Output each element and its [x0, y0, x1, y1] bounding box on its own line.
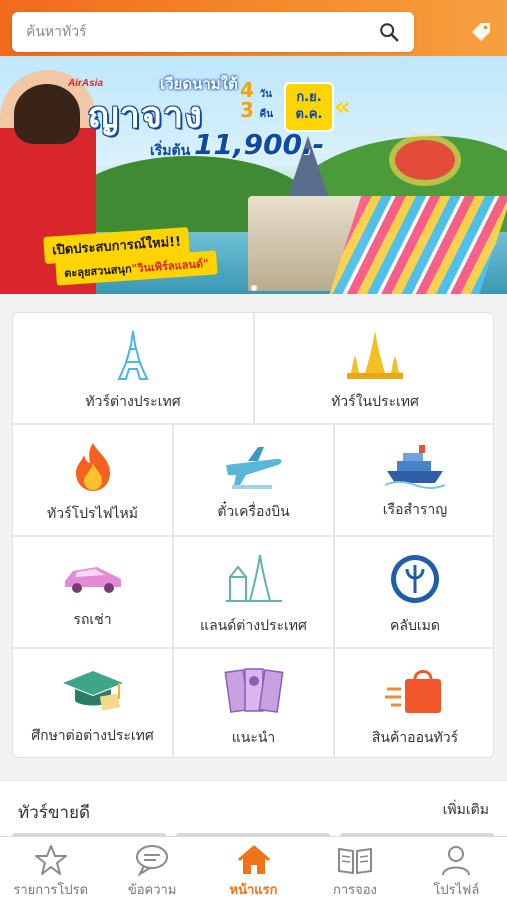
nav-messages[interactable]: ข้อความ — [101, 837, 202, 900]
nav-label: หน้าแรก — [229, 883, 278, 898]
price-label: เริ่มต้น — [150, 143, 191, 159]
menu-item-label: แนะนำ — [231, 730, 276, 746]
menu-item-label: ตั๋วเครื่องบิน — [217, 504, 290, 520]
menu-item-label: ทัวร์โปรไฟไหม้ — [47, 506, 138, 522]
menu-item-domestic-tours[interactable]: ทัวร์ในประเทศ — [255, 313, 493, 423]
menu-item-overseas-tours[interactable]: ทัวร์ต่างประเทศ — [13, 313, 253, 423]
profile-icon — [442, 846, 471, 876]
nav-label: รายการโปรด — [13, 883, 89, 898]
fire-icon — [75, 443, 110, 491]
star-icon — [34, 845, 67, 875]
banner-model-hair — [14, 84, 80, 144]
shopping-bag-icon — [385, 670, 441, 713]
period-line-1: ก.ย. — [296, 90, 322, 105]
car-icon — [64, 567, 121, 593]
menu-item-cruises[interactable]: เรือสำราญ — [335, 425, 493, 535]
top-bar — [0, 0, 507, 56]
menu-item-label: สินค้าออนทัวร์ — [371, 730, 459, 746]
menu-item-label: ทัวร์ต่างประเทศ — [85, 394, 181, 410]
menu-item-label: แลนด์ต่างประเทศ — [200, 618, 307, 634]
nav-label: การจอง — [332, 883, 377, 898]
menu-item-label: คลับเมด — [390, 618, 440, 634]
carousel-dot[interactable] — [250, 285, 257, 291]
menu-item-label: ทัวร์ในประเทศ — [331, 394, 419, 410]
carousel-indicator[interactable] — [0, 276, 507, 295]
search-bar[interactable] — [12, 12, 414, 52]
banner-duration: 4 วัน 3 คืน — [240, 80, 280, 120]
nights-unit: คืน — [259, 109, 274, 120]
airplane-icon — [225, 447, 282, 489]
see-more-link[interactable]: เพิ่มเติม — [443, 799, 489, 821]
banner-price: 11,900.- — [194, 128, 325, 161]
menu-item-flights[interactable]: ตั๋วเครื่องบิน — [174, 425, 333, 535]
period-line-2: ต.ค. — [295, 106, 323, 122]
menu-item-label: ศึกษาต่อต่างประเทศ — [31, 728, 154, 744]
cruise-ship-icon — [384, 445, 446, 489]
menu-item-overseas-land[interactable]: แลนด์ต่างประเทศ — [174, 537, 333, 647]
banner-swing-ride — [395, 140, 455, 180]
menu-item-car-rental[interactable]: รถเช่า — [13, 537, 172, 647]
graduation-cap-icon — [62, 671, 123, 711]
nav-label: โปรไฟล์ — [433, 883, 480, 898]
recommend-cards-icon — [223, 668, 284, 713]
menu-item-shop[interactable]: สินค้าออนทัวร์ — [335, 649, 493, 757]
menu-item-study-abroad[interactable]: ศึกษาต่อต่างประเทศ — [13, 649, 172, 757]
nav-bookings[interactable]: การจอง — [304, 837, 405, 900]
menu-item-club-med[interactable]: คลับเมด — [335, 537, 493, 647]
nav-profile[interactable]: โปรไฟล์ — [406, 837, 507, 900]
menu-item-hot-deals[interactable]: ทัวร์โปรไฟไหม้ — [13, 425, 172, 535]
travel-period-badge: ก.ย. ต.ค. — [284, 82, 334, 132]
home-icon — [237, 845, 270, 874]
promo-line-2-highlight: "วินเพิร์ลแลนด์" — [131, 256, 210, 276]
service-menu: ทัวร์ต่างประเทศ ทัวร์ในประเทศ ทัวร์โปรไฟ… — [12, 312, 494, 758]
search-input[interactable] — [26, 24, 378, 40]
landmarks-icon — [225, 554, 282, 602]
chevrons-icon: « — [334, 92, 351, 122]
section-title: ทัวร์ขายดี — [18, 803, 91, 823]
days-unit: วัน — [259, 89, 272, 100]
trident-icon — [391, 555, 439, 603]
menu-item-label: เรือสำราญ — [382, 502, 448, 518]
tag-icon[interactable] — [469, 20, 493, 44]
nav-home[interactable]: หน้าแรก — [203, 837, 304, 900]
banner-title: ญาจาง — [88, 95, 203, 136]
eiffel-tower-icon — [117, 330, 149, 380]
search-icon[interactable] — [378, 21, 400, 43]
nav-label: ข้อความ — [127, 883, 177, 898]
book-icon — [337, 847, 372, 875]
menu-item-recommended[interactable]: แนะนำ — [174, 649, 333, 757]
chat-icon — [136, 845, 169, 877]
bottom-nav: รายการโปรด ข้อความ หน้าแรก การจอง โปรไฟล… — [0, 836, 507, 900]
thai-temple-icon — [347, 331, 403, 379]
best-sellers-section: ทัวร์ขายดี เพิ่มเติม — [0, 780, 507, 841]
menu-item-label: รถเช่า — [73, 612, 112, 628]
nights-count: 3 — [240, 98, 254, 122]
nav-favorites[interactable]: รายการโปรด — [0, 837, 101, 900]
